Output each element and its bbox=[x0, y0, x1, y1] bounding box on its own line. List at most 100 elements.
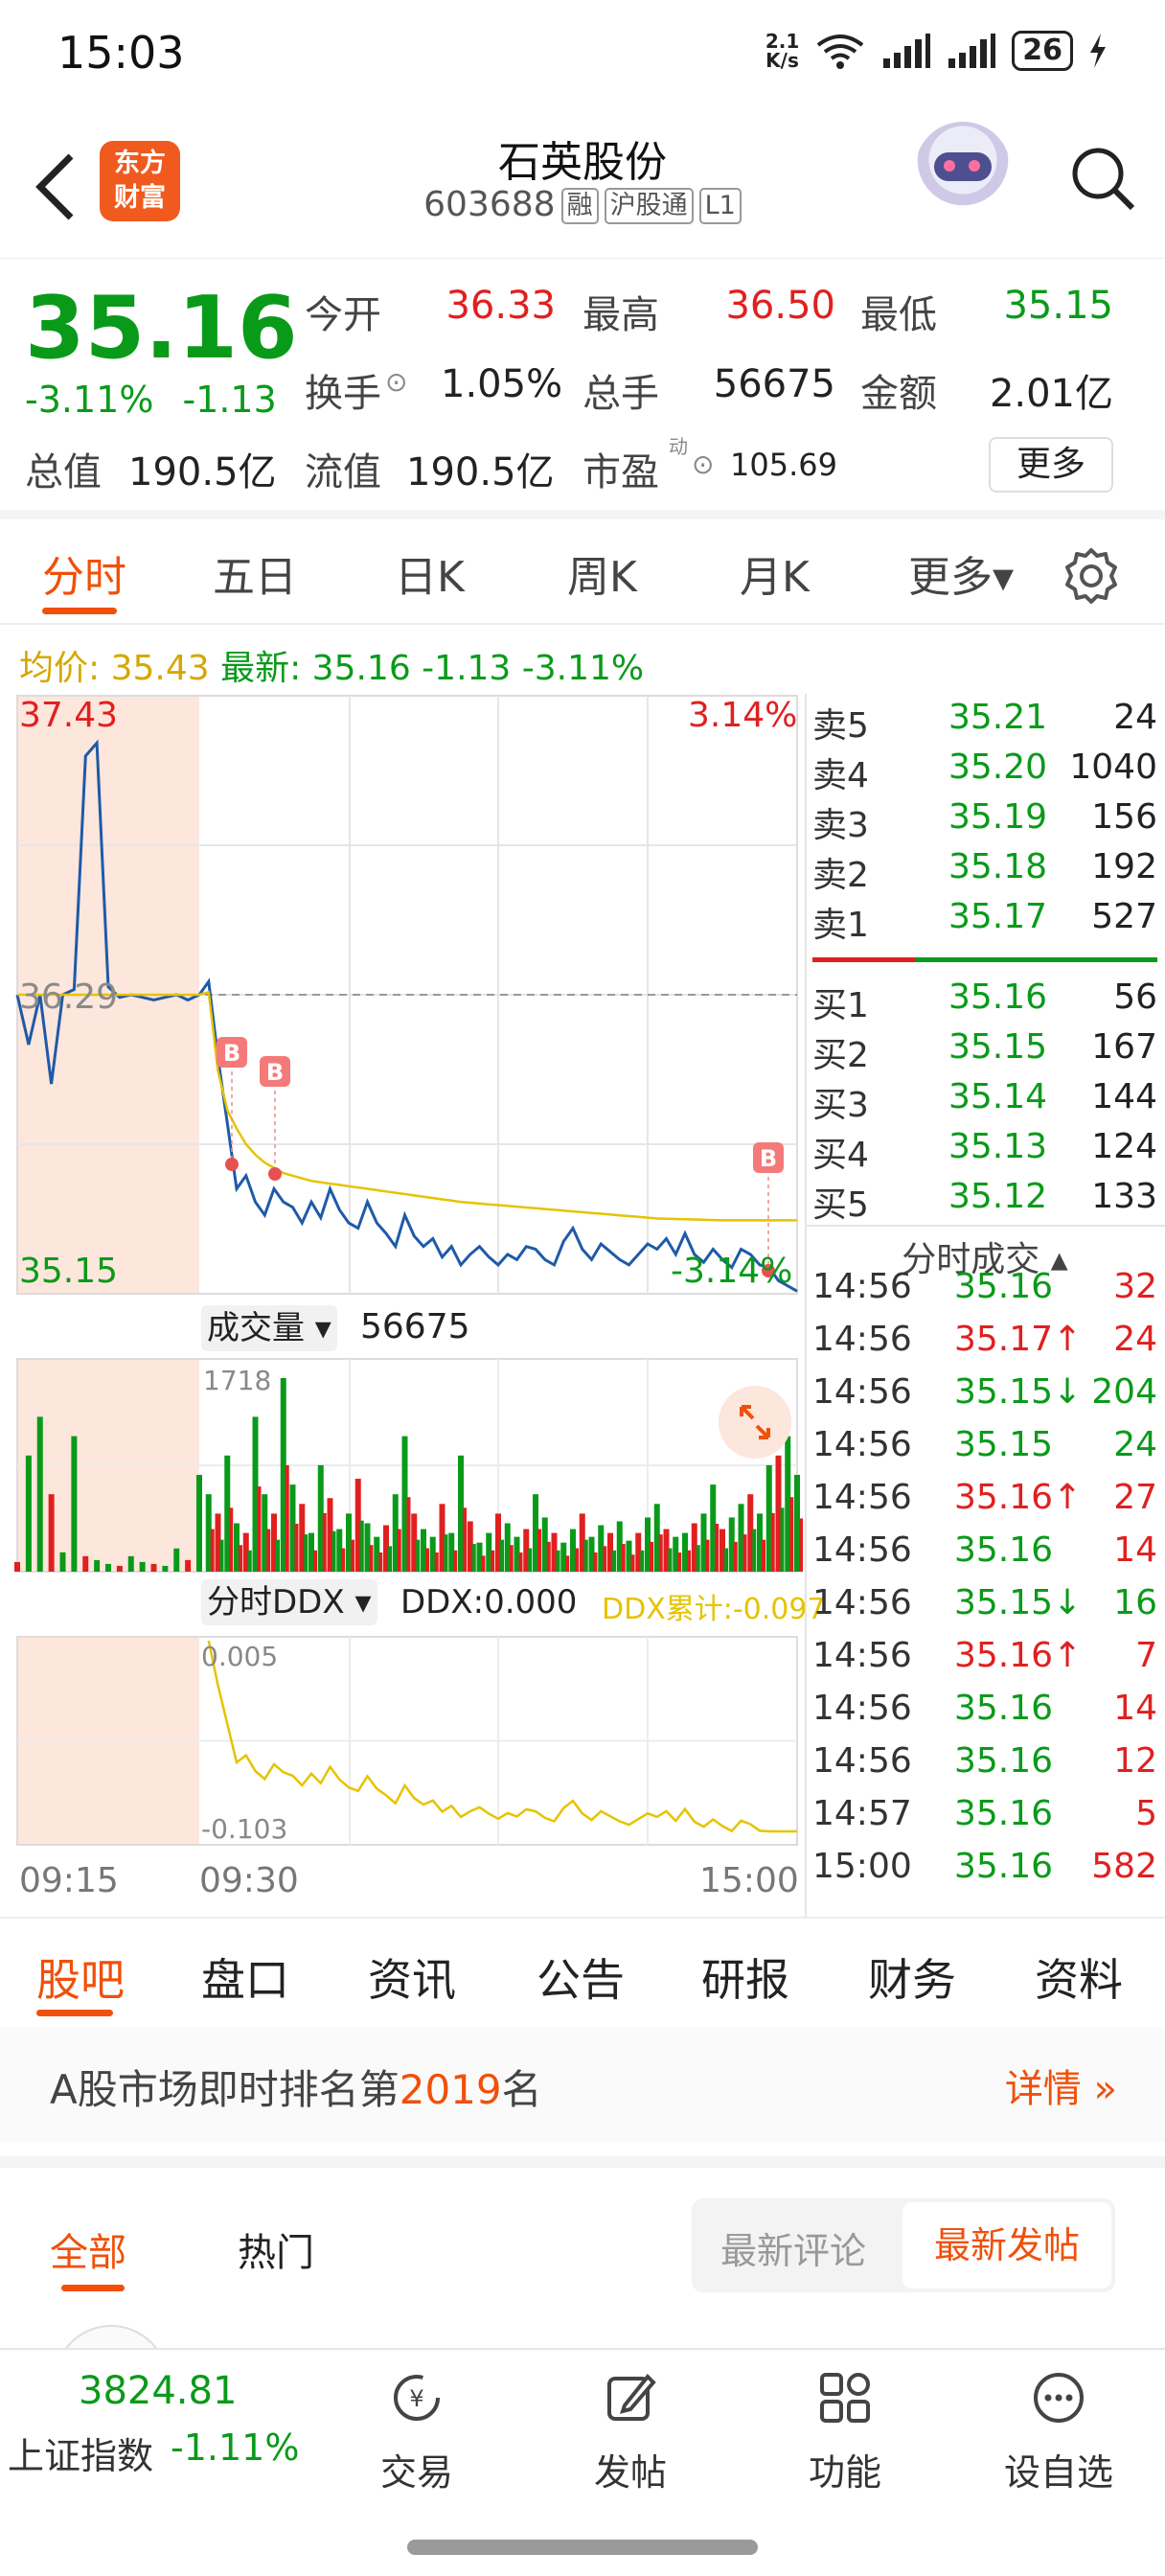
low-label: 最低 bbox=[860, 293, 937, 337]
ddx-min-label: -0.103 bbox=[201, 1813, 288, 1845]
volume-bar bbox=[116, 1565, 123, 1572]
intraday-chart[interactable]: BBB bbox=[0, 690, 805, 1917]
y-min-label: 35.15 bbox=[19, 1252, 119, 1291]
volume-selector[interactable]: 成交量 ▾ bbox=[201, 1305, 337, 1351]
ask-label: 卖1 bbox=[812, 906, 869, 945]
trade-row: 14:56 35.16 32 bbox=[812, 1267, 1157, 1320]
ask-vol: 24 bbox=[1113, 698, 1157, 737]
pct-min-label: -3.14% bbox=[671, 1252, 793, 1291]
feed-tab-hot[interactable]: 热门 bbox=[238, 2221, 314, 2277]
nav-trade[interactable]: ¥ 交易 bbox=[350, 2369, 484, 2496]
chart-period-tabs: 分时 五日 日K 周K 月K 更多▾ bbox=[0, 519, 1165, 625]
tab-forum[interactable]: 股吧 bbox=[36, 1945, 125, 2009]
nav-functions[interactable]: 功能 bbox=[778, 2369, 912, 2496]
buy-marker-label: B bbox=[760, 1145, 777, 1172]
volume-bar bbox=[500, 1539, 504, 1572]
more-quote-button[interactable]: 更多 bbox=[989, 437, 1113, 493]
rank-prefix: A股市场即时排名第 bbox=[50, 2066, 400, 2113]
ask-price: 35.20 bbox=[948, 748, 1048, 787]
volume-bar bbox=[127, 1555, 134, 1572]
tab-news[interactable]: 资讯 bbox=[368, 1945, 456, 2009]
volume-bar bbox=[463, 1507, 467, 1572]
trade-volume: 14 bbox=[1113, 1689, 1157, 1728]
trade-price: 35.16↑ bbox=[954, 1636, 1083, 1675]
ask-row[interactable]: 卖5 35.21 24 bbox=[812, 698, 1157, 748]
bid-row[interactable]: 买3 35.14 144 bbox=[812, 1077, 1157, 1127]
volume-bar bbox=[94, 1559, 101, 1572]
volume-bar bbox=[322, 1512, 327, 1572]
sort-latest-comment[interactable]: 最新评论 bbox=[720, 2221, 866, 2274]
ask-row[interactable]: 卖2 35.18 192 bbox=[812, 847, 1157, 897]
low-value: 35.15 bbox=[1003, 284, 1113, 328]
rank-text: A股市场即时排名第2019名 bbox=[50, 2058, 542, 2116]
trades-divider bbox=[807, 1225, 1165, 1227]
buy-marker-label: B bbox=[223, 1040, 240, 1067]
trade-volume: 32 bbox=[1113, 1267, 1157, 1306]
assistant-avatar[interactable] bbox=[915, 122, 1011, 218]
bid-vol: 144 bbox=[1091, 1077, 1157, 1116]
volume-bar bbox=[715, 1524, 720, 1572]
trade-time: 14:56 bbox=[812, 1741, 912, 1781]
index-value[interactable]: 3824.81 bbox=[79, 2369, 237, 2413]
x-label-open: 09:15 bbox=[19, 1861, 119, 1900]
home-indicator[interactable] bbox=[407, 2540, 758, 2555]
bid-row[interactable]: 买1 35.16 56 bbox=[812, 978, 1157, 1027]
info-icon[interactable]: ⊙ bbox=[385, 366, 407, 398]
volume-bar bbox=[285, 1464, 289, 1572]
tab-more[interactable]: 更多▾ bbox=[908, 542, 1014, 604]
trade-volume: 27 bbox=[1113, 1478, 1157, 1517]
avg-price-row: 均价: 35.43 最新: 35.16 -1.13 -3.11% bbox=[19, 640, 644, 690]
volume-bar bbox=[752, 1529, 757, 1572]
volume-bar bbox=[733, 1541, 738, 1572]
high-label: 最高 bbox=[582, 293, 659, 337]
nav-trade-label: 交易 bbox=[379, 2451, 453, 2494]
tab-market-depth[interactable]: 盘口 bbox=[201, 1945, 289, 2009]
trade-time: 14:56 bbox=[812, 1689, 912, 1728]
buy-point bbox=[225, 1158, 239, 1171]
trade-volume: 582 bbox=[1091, 1847, 1157, 1886]
feed-tab-all[interactable]: 全部 bbox=[50, 2221, 126, 2277]
nav-watchlist[interactable]: 设自选 bbox=[992, 2369, 1126, 2496]
tab-research[interactable]: 研报 bbox=[701, 1945, 789, 2009]
tab-monthly-k[interactable]: 月K bbox=[740, 542, 810, 604]
volume-bar bbox=[453, 1550, 458, 1572]
rank-detail-link[interactable]: 详情 » bbox=[1005, 2058, 1117, 2113]
rank-banner[interactable]: A股市场即时排名第2019名 详情 » bbox=[0, 2027, 1165, 2142]
tab-announcements[interactable]: 公告 bbox=[537, 1945, 625, 2009]
ask-vol: 192 bbox=[1091, 847, 1157, 886]
tab-finance[interactable]: 财务 bbox=[868, 1945, 956, 2009]
x-label-930: 09:30 bbox=[199, 1861, 299, 1900]
ask-vol: 527 bbox=[1091, 897, 1157, 936]
ddx-selector[interactable]: 分时DDX ▾ bbox=[201, 1579, 377, 1625]
nav-post[interactable]: 发帖 bbox=[563, 2369, 697, 2496]
info-tab-indicator bbox=[36, 2010, 113, 2016]
ask-row[interactable]: 卖4 35.20 1040 bbox=[812, 748, 1157, 797]
index-change[interactable]: -1.11% bbox=[171, 2426, 299, 2469]
expand-chart-button[interactable] bbox=[719, 1386, 791, 1459]
last-price: 35.16 bbox=[25, 278, 298, 379]
index-name[interactable]: 上证指数 bbox=[8, 2426, 153, 2479]
volume-bar bbox=[416, 1539, 421, 1572]
bid-row[interactable]: 买4 35.13 124 bbox=[812, 1127, 1157, 1177]
tab-intraday[interactable]: 分时 bbox=[42, 542, 126, 604]
bid-price: 35.16 bbox=[948, 978, 1048, 1017]
pe-info-icon[interactable]: ⊙ bbox=[692, 448, 714, 480]
ask-row[interactable]: 卖3 35.19 156 bbox=[812, 797, 1157, 847]
sort-latest-post[interactable]: 最新发帖 bbox=[902, 2202, 1111, 2288]
tab-profile[interactable]: 资料 bbox=[1035, 1945, 1123, 2009]
search-icon[interactable] bbox=[1063, 139, 1140, 216]
more-dots-icon bbox=[1034, 2373, 1084, 2423]
tab-5day[interactable]: 五日 bbox=[213, 542, 297, 604]
mcap-label: 总值 bbox=[25, 450, 102, 494]
tab-weekly-k[interactable]: 周K bbox=[567, 542, 637, 604]
bid-row[interactable]: 买2 35.15 167 bbox=[812, 1027, 1157, 1077]
ask-row[interactable]: 卖1 35.17 527 bbox=[812, 897, 1157, 947]
trade-volume: 24 bbox=[1113, 1320, 1157, 1359]
trade-time: 14:56 bbox=[812, 1425, 912, 1464]
bid-row[interactable]: 买5 35.12 133 bbox=[812, 1177, 1157, 1227]
tab-daily-k[interactable]: 日K bbox=[395, 542, 465, 604]
settings-gear-icon[interactable] bbox=[1062, 546, 1121, 606]
stock-code: 603688 bbox=[423, 185, 556, 224]
net-speed: 2.1 K/s bbox=[765, 30, 800, 72]
volume-bar bbox=[696, 1545, 700, 1572]
